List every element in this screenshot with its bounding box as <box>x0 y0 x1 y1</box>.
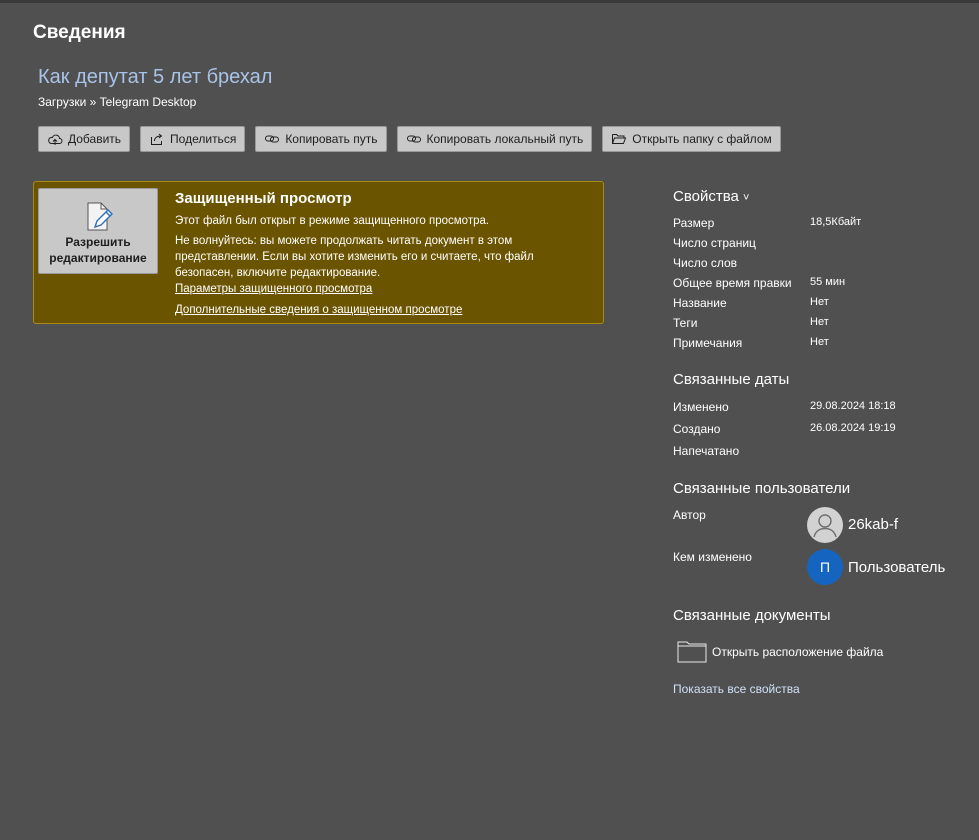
open-file-location-label: Открыть расположение файла <box>712 645 884 659</box>
date-printed-label: Напечатано <box>673 444 740 458</box>
page-title: Сведения <box>33 22 126 43</box>
top-border <box>0 0 979 3</box>
copy-path-button[interactable]: Копировать путь <box>255 126 387 152</box>
enable-editing-label-2: редактирование <box>49 251 147 265</box>
protected-view-text-1: Этот файл был открыт в режиме защищенног… <box>175 215 490 227</box>
copy-local-path-button[interactable]: Копировать локальный путь <box>396 126 593 152</box>
share-button-label: Поделиться <box>170 132 237 146</box>
cloud-upload-icon <box>48 134 63 145</box>
modifier-initial: П <box>819 559 831 575</box>
prop-edit-time-label: Общее время правки <box>673 276 792 290</box>
modifier-name[interactable]: Пользователь <box>848 559 945 576</box>
open-folder-button-label: Открыть папку с файлом <box>632 132 772 146</box>
copy-local-path-button-label: Копировать локальный путь <box>426 132 584 146</box>
enable-editing-button[interactable]: Разрешить редактирование <box>38 188 158 274</box>
prop-tags-label: Теги <box>673 316 698 330</box>
show-all-properties-link[interactable]: Показать все свойства <box>673 682 800 696</box>
properties-header[interactable]: Свойства ˅ <box>673 188 749 205</box>
protected-view-title: Защищенный просмотр <box>175 190 352 207</box>
copy-path-button-label: Копировать путь <box>285 132 378 146</box>
modified-by-label: Кем изменено <box>673 550 752 564</box>
folder-open-icon <box>612 134 627 144</box>
related-dates-header: Связанные даты <box>673 371 790 388</box>
prop-title-label: Название <box>673 296 727 310</box>
prop-title-value[interactable]: Нет <box>810 296 829 308</box>
breadcrumb: Загрузки » Telegram Desktop <box>38 95 197 109</box>
chevron-down-icon: ˅ <box>743 192 750 204</box>
author-label: Автор <box>673 508 706 522</box>
edit-document-icon <box>87 202 113 231</box>
protected-view-text-2: Не волнуйтесь: вы можете продолжать чита… <box>175 233 575 281</box>
folder-icon <box>677 641 707 663</box>
link-icon <box>406 135 421 143</box>
add-button-label: Добавить <box>68 132 122 146</box>
enable-editing-label-1: Разрешить <box>65 235 131 249</box>
date-created-value: 26.08.2024 19:19 <box>810 422 896 434</box>
share-button[interactable]: Поделиться <box>140 126 246 152</box>
protected-view-text-2a: Не волнуйтесь: вы можете продолжать чита… <box>175 235 513 247</box>
toolbar: Добавить Поделиться Копировать путь Копи… <box>38 126 781 154</box>
prop-edit-time-value: 55 мин <box>810 276 846 288</box>
protected-view-more-info-link[interactable]: Дополнительные сведения о защищенном про… <box>175 304 462 316</box>
open-folder-button[interactable]: Открыть папку с файлом <box>602 126 781 152</box>
prop-pages-label: Число страниц <box>673 236 756 250</box>
prop-comments-label: Примечания <box>673 336 743 350</box>
document-title: Как депутат 5 лет брехал <box>38 66 273 88</box>
date-created-label: Создано <box>673 422 721 436</box>
protected-view-banner: Разрешить редактирование Защищенный прос… <box>33 181 604 324</box>
prop-comments-value[interactable]: Нет <box>810 336 829 348</box>
prop-words-label: Число слов <box>673 256 738 270</box>
open-file-location-link[interactable]: Открыть расположение файла <box>677 639 883 663</box>
modifier-avatar[interactable]: П <box>807 549 843 585</box>
related-documents-header: Связанные документы <box>673 607 831 624</box>
date-modified-value: 29.08.2024 18:18 <box>810 400 896 412</box>
prop-tags-value[interactable]: Нет <box>810 316 829 328</box>
prop-size-value: 18,5Кбайт <box>810 216 862 228</box>
link-icon <box>265 135 280 143</box>
protected-view-settings-link[interactable]: Параметры защищенного просмотра <box>175 283 372 295</box>
prop-size-label: Размер <box>673 216 715 230</box>
date-modified-label: Изменено <box>673 400 729 414</box>
related-people-header: Связанные пользователи <box>673 480 851 497</box>
author-avatar[interactable] <box>807 507 843 543</box>
author-name[interactable]: 26kab-f <box>848 516 898 533</box>
protected-view-text-2b: представлении. Если вы хотите изменить е… <box>175 251 534 263</box>
properties-title: Свойства <box>673 188 739 205</box>
protected-view-text-2c: безопасен, включите редактирование. <box>175 267 381 279</box>
person-icon <box>813 514 837 538</box>
share-icon <box>151 133 163 145</box>
add-button[interactable]: Добавить <box>38 126 131 152</box>
